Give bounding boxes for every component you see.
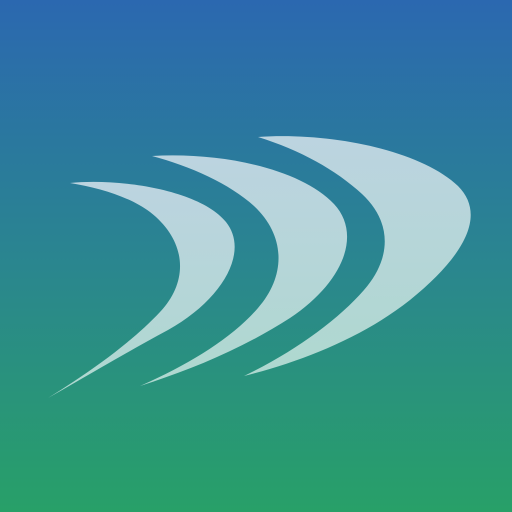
- triple-chevron-swoosh-icon: [0, 0, 512, 512]
- app-icon: [0, 0, 512, 512]
